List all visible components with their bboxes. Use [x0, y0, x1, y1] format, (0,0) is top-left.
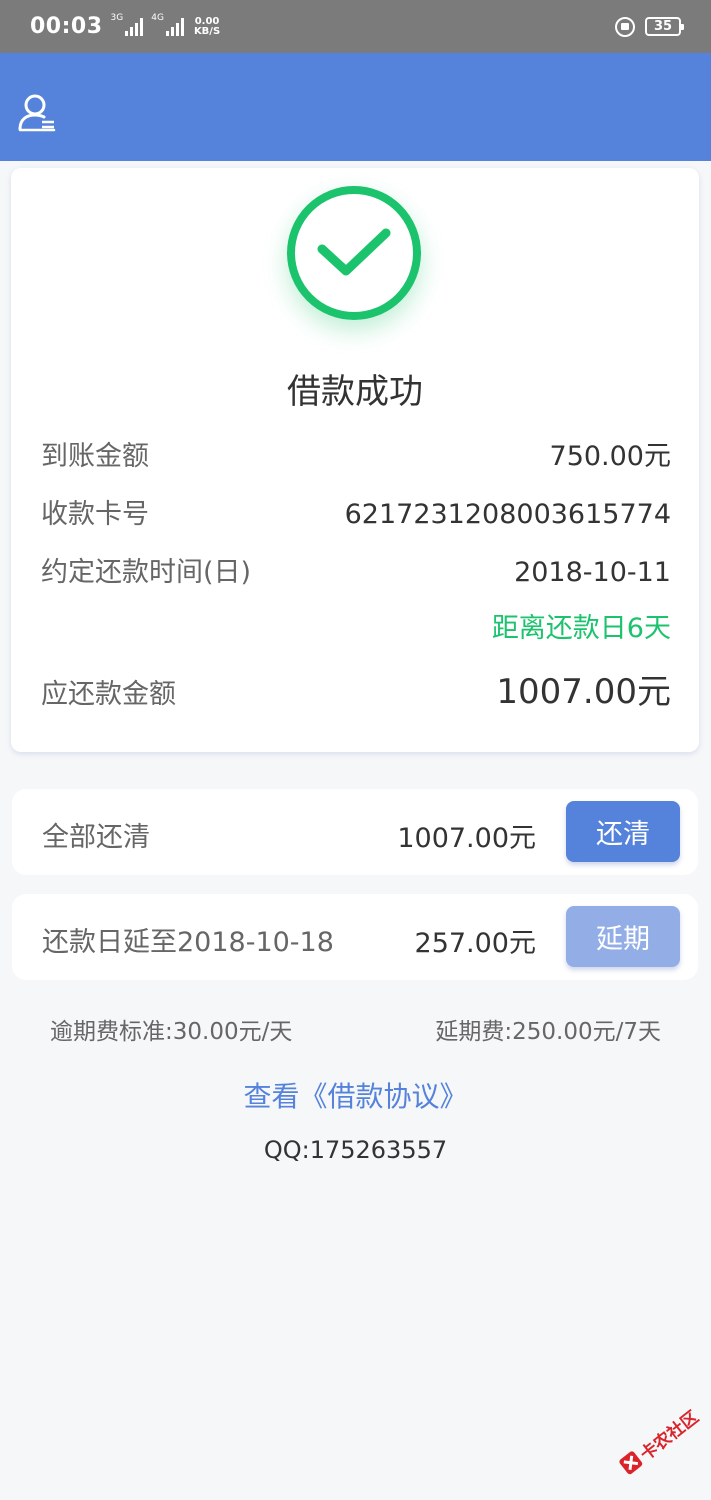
received-amount-row: 到账金额 750.00元	[41, 434, 671, 473]
result-title: 借款成功	[287, 372, 423, 412]
network-speed: 0.00 KB/S	[193, 15, 221, 37]
due-date-value: 2018-10-11	[514, 557, 671, 588]
signal-bars-icon	[165, 17, 184, 36]
payoff-button[interactable]: 还清	[566, 801, 680, 862]
card-number-label: 收款卡号	[41, 499, 149, 530]
extend-label: 还款日延至2018-10-18	[42, 927, 334, 958]
repay-amount-value: 1007.00元	[496, 672, 671, 712]
due-date-label: 约定还款时间(日)	[41, 557, 252, 588]
payoff-row: 全部还清 1007.00元 还清	[12, 789, 698, 875]
extension-fee-text: 延期费:250.00元/7天	[435, 1019, 661, 1045]
network-type-3g: 3G	[110, 12, 124, 23]
extend-row: 还款日延至2018-10-18 257.00元 延期	[12, 894, 698, 980]
received-amount-value: 750.00元	[549, 441, 671, 472]
signal-bars-icon	[125, 17, 144, 36]
days-until-due: 距离还款日6天	[491, 613, 671, 644]
repay-amount-label: 应还款金额	[41, 679, 176, 710]
qq-contact: QQ:175263557	[263, 1136, 448, 1164]
extend-amount: 257.00元	[414, 928, 536, 959]
payoff-amount: 1007.00元	[397, 823, 536, 854]
card-number-value: 6217231208003615774	[344, 499, 671, 530]
received-amount-label: 到账金额	[41, 441, 149, 472]
battery-icon: 35	[645, 17, 684, 36]
rotation-lock-icon	[615, 16, 635, 37]
signal-3g: 3G	[111, 13, 144, 36]
repay-amount-row: 应还款金额 1007.00元	[41, 664, 671, 713]
check-circle-icon	[287, 186, 421, 320]
status-bar: 00:03 3G 4G 0.00 KB/S 35	[0, 0, 711, 53]
app-header	[0, 53, 711, 161]
extend-button[interactable]: 延期	[566, 906, 680, 967]
due-date-row: 约定还款时间(日) 2018-10-11	[41, 550, 671, 589]
overdue-fee-text: 逾期费标准:30.00元/天	[50, 1019, 293, 1045]
network-speed-unit: KB/S	[193, 25, 221, 37]
network-speed-value: 0.00	[194, 15, 220, 27]
user-menu-icon[interactable]	[18, 93, 56, 133]
card-number-row: 收款卡号 6217231208003615774	[41, 492, 671, 531]
payoff-label: 全部还清	[42, 822, 150, 853]
fee-info: 逾期费标准:30.00元/天 延期费:250.00元/7天	[50, 1012, 661, 1046]
network-type-4g: 4G	[151, 12, 164, 23]
loan-result-card: 借款成功 到账金额 750.00元 收款卡号 62172312080036157…	[11, 168, 699, 752]
loan-agreement-link[interactable]: 查看《借款协议》	[0, 1075, 711, 1115]
watermark-logo: 卡农社区	[601, 1383, 711, 1497]
watermark-text: 卡农社区	[636, 1407, 703, 1465]
battery-level: 35	[653, 19, 673, 34]
status-time: 00:03	[30, 14, 103, 39]
signal-4g: 4G	[151, 13, 184, 36]
